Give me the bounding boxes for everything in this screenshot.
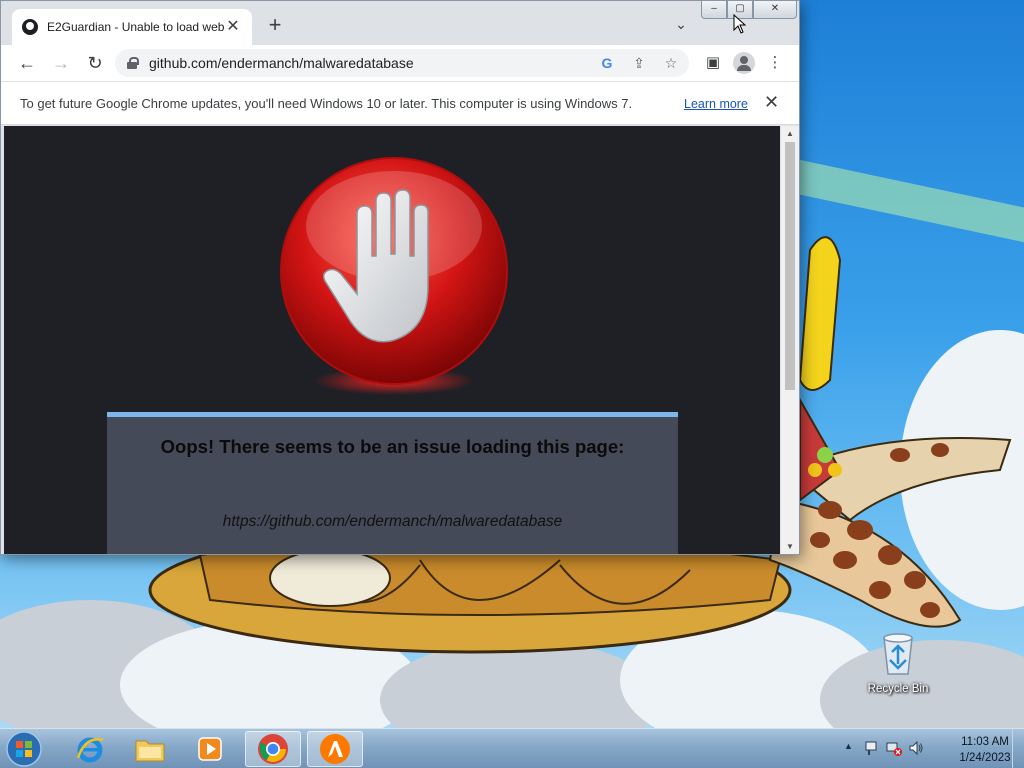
media-player-icon: [198, 737, 222, 761]
taskbar-file-explorer[interactable]: [122, 731, 178, 767]
network-error-icon[interactable]: [886, 740, 902, 756]
clock-time: 11:03 AM: [961, 736, 1009, 748]
windows-logo-icon: [6, 731, 42, 767]
close-window-button[interactable]: ✕: [753, 1, 797, 19]
taskbar-media-player[interactable]: [182, 731, 238, 767]
update-infobar: To get future Google Chrome updates, you…: [1, 81, 799, 125]
new-tab-button[interactable]: +: [263, 14, 287, 38]
scroll-up-arrow-icon[interactable]: ▲: [786, 129, 794, 138]
scrollbar-thumb[interactable]: [785, 142, 795, 390]
reload-button[interactable]: ↻: [79, 47, 111, 79]
tab-search-chevron-down-icon[interactable]: ⌄: [671, 16, 691, 36]
tab-title: E2Guardian - Unable to load web: [47, 20, 224, 34]
start-button[interactable]: [4, 730, 44, 768]
taskbar: ▲ 11:03 AM 1/24/2023: [0, 728, 1024, 768]
infobar-message: To get future Google Chrome updates, you…: [20, 96, 633, 111]
share-icon[interactable]: ⇪: [629, 53, 649, 73]
address-bar[interactable]: github.com/endermanch/malwaredatabase G …: [115, 49, 689, 77]
window-caption-buttons: – ▢ ✕: [701, 1, 797, 19]
lock-icon[interactable]: [127, 57, 139, 69]
back-button[interactable]: ←: [11, 47, 43, 79]
infobar-close-icon[interactable]: ✕: [764, 92, 779, 113]
blocked-url: https://github.com/endermanch/malwaredat…: [222, 513, 563, 530]
address-bar-url[interactable]: github.com/endermanch/malwaredatabase: [149, 55, 414, 71]
tab-close-icon[interactable]: ✕: [224, 18, 242, 36]
show-desktop-button[interactable]: [1012, 729, 1024, 768]
omnibox-icons: G ⇪ ☆: [597, 53, 681, 73]
github-favicon-icon: [22, 19, 38, 35]
toolbar-right: ▣ ⋮: [701, 51, 787, 75]
blockpage-heading: Oops! There seems to be an issue loading…: [160, 436, 625, 457]
chrome-icon: [258, 734, 288, 764]
google-icon[interactable]: G: [597, 53, 617, 73]
mouse-cursor-icon: [733, 14, 747, 34]
blockpage-panel: Oops! There seems to be an issue loading…: [107, 412, 678, 554]
bookmark-star-icon[interactable]: ☆: [661, 53, 681, 73]
taskbar-internet-explorer[interactable]: [62, 731, 118, 767]
volume-icon[interactable]: [908, 740, 924, 756]
desktop-icon-label: Recycle Bin: [867, 683, 929, 695]
recycle-bin-icon: [883, 633, 913, 675]
browser-toolbar: ← → ↻ github.com/endermanch/malwaredatab…: [1, 45, 799, 81]
folder-icon: [135, 740, 165, 762]
vertical-scrollbar[interactable]: ▲ ▼: [780, 126, 799, 554]
stop-hand-icon: [269, 156, 519, 396]
tab-strip: E2Guardian - Unable to load web ✕ + ⌄ – …: [1, 1, 799, 45]
learn-more-link[interactable]: Learn more: [684, 97, 748, 111]
forward-button[interactable]: →: [45, 47, 77, 79]
chrome-window[interactable]: E2Guardian - Unable to load web ✕ + ⌄ – …: [0, 0, 800, 555]
taskbar-avast[interactable]: [307, 731, 363, 767]
tab-e2guardian[interactable]: E2Guardian - Unable to load web ✕: [12, 9, 252, 45]
minimize-button[interactable]: –: [701, 1, 727, 19]
internet-explorer-icon: [76, 737, 104, 763]
show-hidden-icons-chevron-up-icon[interactable]: ▲: [844, 741, 853, 751]
menu-button[interactable]: ⋮: [763, 51, 787, 75]
profile-icon[interactable]: [733, 52, 755, 74]
taskbar-chrome[interactable]: [245, 731, 301, 767]
clock-date: 1/24/2023: [959, 752, 1011, 764]
taskbar-clock[interactable]: 11:03 AM 1/24/2023: [952, 734, 1018, 766]
action-center-flag-icon[interactable]: [864, 740, 880, 756]
scroll-down-arrow-icon[interactable]: ▼: [786, 542, 794, 551]
side-panel-icon[interactable]: ▣: [701, 51, 725, 75]
system-tray: ▲ 11:03 AM 1/24/2023: [840, 729, 1024, 768]
page-content: Oops! There seems to be an issue loading…: [4, 126, 780, 554]
desktop-icon-recycle-bin[interactable]: Recycle Bin: [862, 630, 934, 695]
avast-icon: [320, 734, 350, 764]
